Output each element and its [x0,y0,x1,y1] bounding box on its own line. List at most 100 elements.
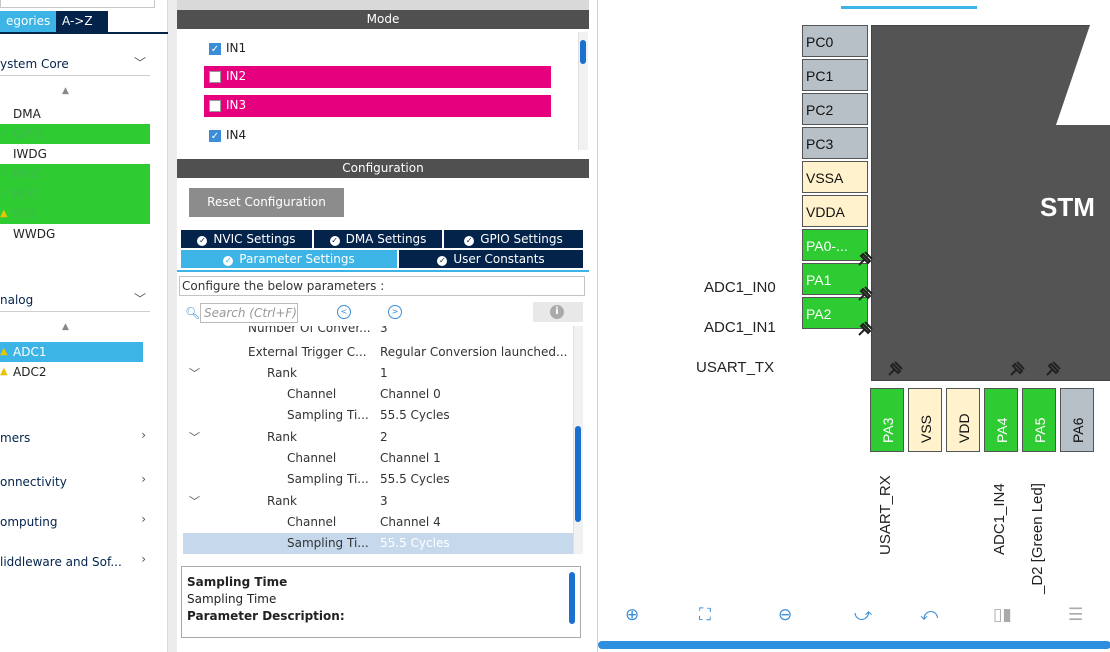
tree-row-selected[interactable]: Sampling Ti... 55.5 Cycles [183,533,573,554]
rotate-left-icon[interactable]: ⤺ [920,605,938,625]
pin-vss[interactable]: VSS [908,388,942,452]
pin-pc2[interactable]: PC2 [802,93,868,125]
mode-row-in2[interactable]: IN2 [204,66,551,88]
tree-row[interactable]: ﹀ Rank 2 [183,427,573,448]
sort-icon[interactable]: ▲ [62,322,69,332]
tree-scroll-thumb[interactable] [575,426,581,522]
tree-row[interactable]: Sampling Ti... 55.5 Cycles [183,469,573,490]
check-icon: ✓ [0,168,9,179]
tree-row[interactable]: Channel Channel 4 [183,512,573,533]
tree-row[interactable]: Channel Channel 0 [183,384,573,405]
list-item-nvic[interactable]: ✓ NVIC [0,164,150,184]
check-circle-icon: ✓ [223,256,234,266]
zoom-in-icon[interactable]: ⊕ [625,605,639,625]
chevron-right-icon: › [141,428,146,442]
next-icon[interactable]: > [388,305,402,319]
pin-pc0[interactable]: PC0 [802,25,868,57]
category-timers[interactable]: mers › [0,426,150,450]
tab-underline [177,270,589,272]
check-circle-icon: ✓ [437,256,448,266]
pin-label: PA6 [1070,417,1086,443]
category-computing[interactable]: omputing › [0,510,150,534]
tab-user-constants[interactable]: ✓ User Constants [399,250,583,268]
chevron-down-icon: ﹀ [133,292,146,306]
pin-pc1[interactable]: PC1 [802,59,868,91]
reset-configuration-button[interactable]: Reset Configuration [189,188,344,217]
checkbox[interactable]: ✓ [209,130,221,142]
sort-icon[interactable]: ▲ [62,86,69,96]
chevron-down-icon[interactable]: ﹀ [189,365,200,381]
chevron-down-icon[interactable]: ﹀ [189,429,200,445]
zoom-out-icon[interactable]: ⊖ [778,605,792,625]
list-item-gpio[interactable]: ✓ GPIO [0,124,150,144]
pin-label: VSS [918,414,934,443]
pin-pa6[interactable]: PA6 [1060,388,1094,452]
mode-row-in4[interactable]: ✓ IN4 [204,125,551,147]
split-vertical-icon[interactable]: ▯▮ [993,605,1012,625]
previous-icon[interactable]: < [337,305,351,319]
item-label: ADC2 [13,365,47,379]
category-connectivity[interactable]: onnectivity › [0,470,150,494]
list-item-adc2[interactable]: ▲ ADC2 [0,362,150,382]
search-input[interactable]: Search (Ctrl+F) [200,303,298,323]
panel-splitter[interactable] [168,0,177,652]
list-item-dma[interactable]: DMA [0,104,150,124]
tree-row[interactable]: External Trigger C... Regular Conversion … [183,342,573,363]
check-circle-icon: ✓ [464,236,475,246]
tree-row[interactable]: Sampling Ti... 55.5 Cycles [183,405,573,426]
list-item-adc1[interactable]: ▲ ADC1 [0,342,143,362]
pin-pa5[interactable]: PA5 [1022,388,1056,452]
pin-vdd[interactable]: VDD [946,388,980,452]
list-item-sys[interactable]: ▲ SYS [0,204,150,224]
category-middleware[interactable]: liddleware and Sof... › [0,550,150,574]
param-key: Rank [267,366,297,380]
rotate-right-icon[interactable]: ⤻ [854,605,872,625]
param-value: 3 [380,494,388,508]
tree-row[interactable]: Channel Channel 1 [183,448,573,469]
item-label: IWDG [13,147,47,161]
pushpin-icon [858,251,873,266]
check-circle-icon: ✓ [329,236,340,246]
pushpin-icon [1046,361,1061,376]
pin-pa4[interactable]: PA4 [984,388,1018,452]
pin-vdda[interactable]: VDDA [802,195,868,227]
tab-dma-settings[interactable]: ✓ DMA Settings [314,230,442,248]
tab-a-to-z[interactable]: A->Z [56,11,108,32]
mode-scroll-thumb[interactable] [580,40,586,64]
info-button[interactable]: i [533,302,583,322]
tree-row[interactable]: Number Of Conver... 3 [183,326,573,339]
tab-nvic-settings[interactable]: ✓ NVIC Settings [181,230,312,248]
tree-row[interactable]: ﹀ Rank 1 [183,363,573,384]
tab-parameter-settings[interactable]: ✓ Parameter Settings [181,250,397,268]
mode-row-in1[interactable]: ✓ IN1 [204,38,551,60]
pin-pa3[interactable]: PA3 [870,388,904,452]
category-system-core[interactable]: ystem Core ﹀ [0,52,150,76]
categories-panel: egories A->Z ystem Core ﹀ ▲ DMA ✓ GPIO I… [0,0,168,652]
category-analog[interactable]: nalog ﹀ [0,288,150,312]
mode-row-in3[interactable]: IN3 [204,95,551,117]
list-item-rcc[interactable]: ✓ RCC [0,184,150,204]
list-item-wwdg[interactable]: WWDG [0,224,150,244]
tab-gpio-settings[interactable]: ✓ GPIO Settings [444,230,583,248]
tab-categories[interactable]: egories [0,11,56,32]
list-item-iwdg[interactable]: IWDG [0,144,150,164]
fit-screen-icon[interactable]: ⛶ [699,605,711,625]
tab-label: Parameter Settings [239,252,355,266]
split-horizontal-icon[interactable]: ☰ [1068,605,1083,625]
search-field-edge[interactable] [0,0,155,8]
search-icon: 🔍︎ [185,306,201,320]
chevron-down-icon[interactable]: ﹀ [189,493,200,509]
pin-vssa[interactable]: VSSA [802,161,868,193]
description-scroll-thumb[interactable] [569,572,575,624]
checkbox[interactable] [209,71,221,83]
pin-pc3[interactable]: PC3 [802,127,868,159]
param-value: Channel 4 [380,515,441,529]
param-value: 55.5 Cycles [380,408,450,422]
param-key: Rank [267,430,297,444]
checkbox[interactable]: ✓ [209,43,221,55]
tree-row[interactable]: ﹀ Rank 3 [183,491,573,512]
checkbox[interactable] [209,100,221,112]
horizontal-scrollbar[interactable] [598,641,1110,649]
tab-label: GPIO Settings [480,232,563,246]
pushpin-icon [888,361,903,376]
